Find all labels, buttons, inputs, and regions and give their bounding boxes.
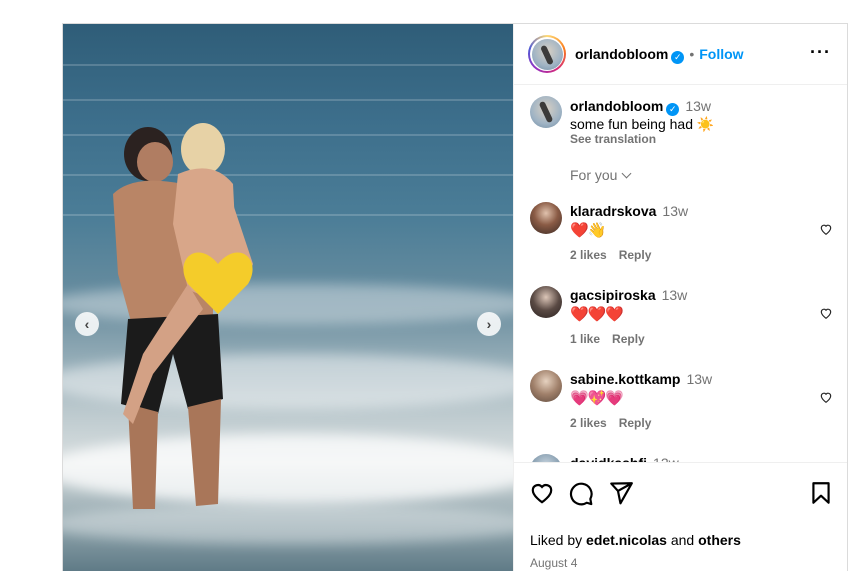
previous-photo-button[interactable]: ‹ (75, 312, 99, 336)
author-username[interactable]: orlandobloom (575, 46, 668, 62)
comment-bubble-icon[interactable] (568, 480, 594, 506)
caption-time: 13w (685, 98, 712, 114)
post-container: ‹ › orlandobloom ✓ • Follow ··· orlandobloo… (62, 23, 848, 571)
comment-item: klaradrskova 13w ❤️👋 2 likes Reply (514, 202, 847, 286)
liked-by-others-link[interactable]: others (698, 532, 741, 548)
share-send-icon[interactable] (608, 480, 634, 506)
comment-text: 💗💖💗 (570, 390, 624, 407)
verified-badge-icon: ✓ (671, 51, 685, 64)
comment-text: ❤️👋 (570, 222, 606, 239)
commenter-avatar[interactable] (530, 286, 562, 318)
verified-badge-icon: ✓ (666, 103, 680, 116)
commenter-avatar[interactable] (530, 370, 562, 402)
author-avatar[interactable] (528, 35, 566, 73)
comment-likes[interactable]: 1 like (570, 332, 600, 346)
see-translation-link[interactable]: See translation (570, 132, 656, 146)
commenter-avatar[interactable] (530, 454, 562, 462)
commenter-username[interactable]: sabine.kottkamp (570, 371, 680, 387)
caption-text: some fun being had ☀️ (570, 116, 715, 132)
reply-button[interactable]: Reply (619, 416, 652, 430)
like-heart-icon[interactable] (529, 480, 555, 506)
comment-time: 13w (662, 203, 689, 219)
people-figure-image (113, 123, 253, 509)
commenter-username[interactable]: davidkashfi (570, 455, 647, 462)
post-actions: Liked by edet.nicolas and others August … (514, 462, 847, 571)
comment-item: sabine.kottkamp 13w 💗💖💗 2 likes Reply (514, 370, 847, 454)
comments-list[interactable]: orlandobloom ✓ 13w some fun being had ☀️ S… (514, 85, 847, 462)
next-photo-button[interactable]: › (477, 312, 501, 336)
comment-likes[interactable]: 2 likes (570, 416, 607, 430)
comment-time: 12w (653, 455, 679, 462)
like-comment-icon[interactable] (819, 222, 833, 236)
commenter-username[interactable]: klaradrskova (570, 203, 656, 219)
save-bookmark-icon[interactable] (808, 480, 834, 506)
follow-button[interactable]: Follow (699, 46, 743, 62)
post-header: orlandobloom ✓ • Follow ··· (514, 24, 847, 85)
comment-text: ❤️❤️❤️ (570, 306, 624, 323)
like-comment-icon[interactable] (819, 306, 833, 320)
liked-by-text: Liked by edet.nicolas and others (530, 532, 741, 548)
liked-by-prefix: Liked by (530, 532, 583, 548)
comment-time: 13w (661, 287, 688, 303)
comment-likes[interactable]: 2 likes (570, 248, 607, 262)
commenter-username[interactable]: gacsipiroska (570, 287, 656, 303)
reply-button[interactable]: Reply (612, 332, 645, 346)
comment-filter-dropdown[interactable]: For you (570, 167, 632, 183)
commenter-avatar[interactable] (530, 202, 562, 234)
post-date[interactable]: August 4 (530, 556, 577, 570)
comment-item: gacsipiroska 13w ❤️❤️❤️ 1 like Reply (514, 286, 847, 370)
caption-username[interactable]: orlandobloom (570, 98, 663, 114)
comment-item: davidkashfi 12w (514, 454, 847, 462)
post-sidebar: orlandobloom ✓ • Follow ··· orlandobloom ✓ 13… (513, 24, 847, 571)
liked-by-and: and (670, 532, 695, 548)
reply-button[interactable]: Reply (619, 248, 652, 262)
liked-by-user-link[interactable]: edet.nicolas (586, 532, 667, 548)
like-comment-icon[interactable] (819, 390, 833, 404)
caption-avatar[interactable] (530, 96, 562, 128)
chevron-down-icon (622, 168, 632, 179)
separator-dot: • (689, 46, 695, 62)
filter-label: For you (570, 167, 618, 183)
comment-time: 13w (686, 371, 713, 387)
more-options-icon[interactable]: ··· (810, 42, 831, 63)
post-photo[interactable]: ‹ › (63, 24, 513, 571)
